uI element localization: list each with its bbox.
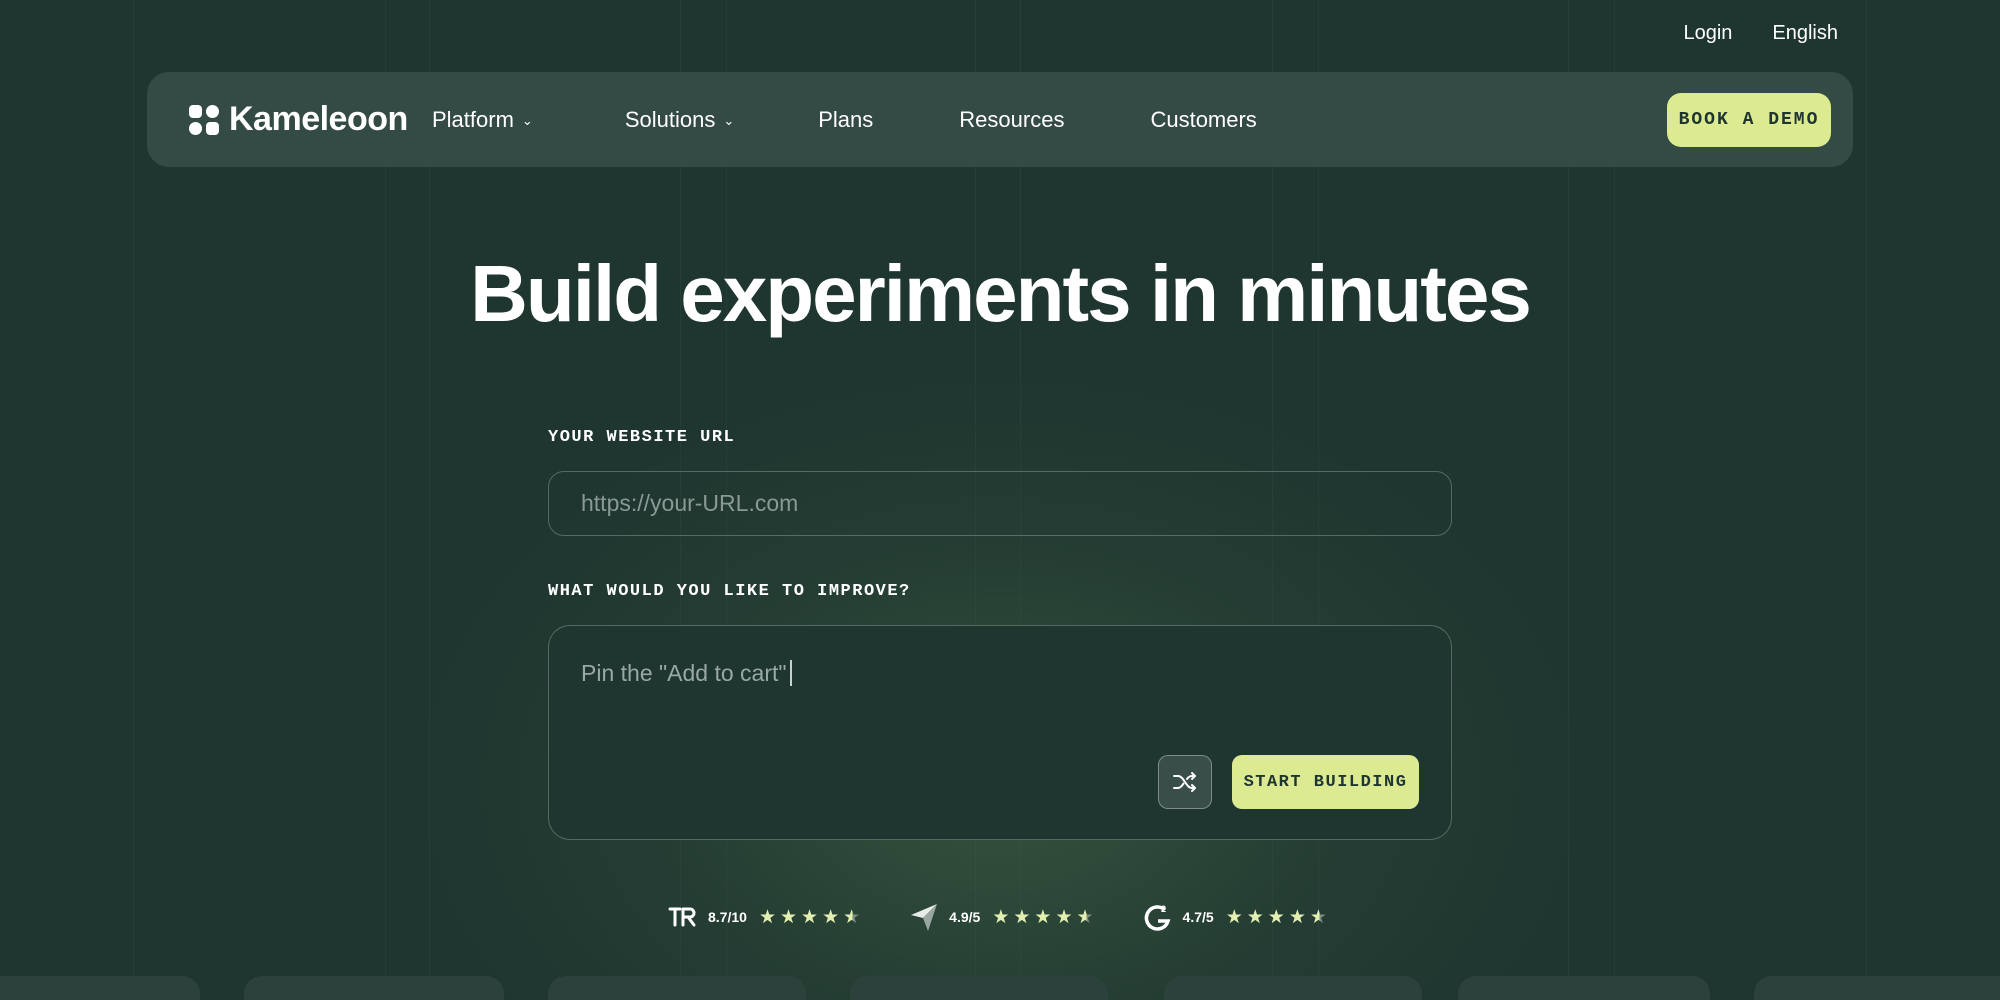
capterra-logo-icon — [909, 902, 939, 932]
rating-capterra: 4.9/5 ★ ★ ★ ★ ★ — [909, 902, 1094, 932]
nav-item-customers[interactable]: Customers — [1150, 107, 1256, 133]
improve-text-value: Pin the "Add to cart" — [581, 660, 787, 686]
start-building-button[interactable]: START BUILDING — [1232, 755, 1419, 809]
star-icon: ★ — [1246, 906, 1264, 928]
feature-card — [1458, 976, 1710, 1000]
rating-score: 8.7/10 — [708, 909, 747, 925]
nav-item-label: Customers — [1150, 106, 1257, 132]
kameleoon-logo[interactable]: Kameleoon — [189, 100, 409, 139]
improve-textarea-text: Pin the "Add to cart" — [581, 660, 792, 687]
improve-field-label: WHAT WOULD YOU LIKE TO IMPROVE? — [548, 582, 911, 601]
url-field-label: YOUR WEBSITE URL — [548, 428, 736, 447]
feature-card — [1164, 976, 1422, 1000]
rating-score: 4.7/5 — [1182, 909, 1214, 925]
star-icon: ★ — [1267, 906, 1285, 928]
shuffle-suggestion-button[interactable] — [1158, 755, 1212, 809]
star-icon: ★ — [992, 906, 1010, 928]
bottom-cards-row — [0, 976, 2000, 1000]
nav-item-label: Resources — [959, 106, 1065, 132]
star-icon: ★ — [1013, 906, 1031, 928]
website-url-input[interactable] — [548, 471, 1452, 536]
feature-card — [850, 976, 1108, 1000]
kameleoon-logo-icon — [189, 104, 219, 135]
language-selector[interactable]: English — [1772, 22, 1838, 45]
nav-item-platform[interactable]: Platform ⌄ — [432, 107, 533, 133]
chevron-down-icon: ⌄ — [723, 112, 735, 128]
star-icon: ★ — [822, 906, 840, 928]
half-star-icon: ★ — [1076, 906, 1094, 928]
star-icon: ★ — [758, 906, 776, 928]
rating-trustradius: 8.7/10 ★ ★ ★ ★ ★ — [668, 902, 860, 932]
nav-item-label: Solutions — [624, 106, 716, 132]
feature-card — [548, 976, 806, 1000]
star-icon: ★ — [779, 906, 798, 928]
star-icon: ★ — [1225, 906, 1243, 928]
nav-item-label: Platform — [432, 106, 514, 132]
star-icon: ★ — [1034, 906, 1052, 928]
review-ratings: 8.7/10 ★ ★ ★ ★ ★ 4.9/5 ★ ★ ★ ★ ★ 2 4.7/5… — [668, 902, 1327, 932]
rating-score: 4.9/5 — [949, 909, 981, 925]
star-icon: ★ — [1055, 906, 1073, 928]
trustradius-logo-icon — [668, 902, 698, 932]
star-icon: ★ — [801, 906, 819, 928]
feature-card — [0, 976, 200, 1000]
nav-item-label: Plans — [818, 106, 874, 132]
nav-menu: Platform ⌄ Solutions ⌄ Plans Resources C… — [409, 107, 1257, 133]
login-link[interactable]: Login — [1683, 22, 1732, 45]
improve-textarea[interactable]: Pin the "Add to cart" START BUILDING — [548, 625, 1452, 840]
star-rating: ★ ★ ★ ★ ★ — [759, 908, 860, 927]
feature-card — [1754, 976, 2000, 1000]
star-rating: ★ ★ ★ ★ ★ — [1226, 908, 1327, 927]
hero-title: Build experiments in minutes — [470, 249, 1532, 338]
svg-text:2: 2 — [1161, 904, 1166, 914]
logo-text: Kameleoon — [229, 100, 408, 138]
nav-item-solutions[interactable]: Solutions ⌄ — [625, 107, 734, 133]
nav-item-plans[interactable]: Plans — [818, 107, 873, 133]
text-caret — [789, 660, 792, 686]
g2-logo-icon: 2 — [1143, 902, 1173, 932]
chevron-down-icon: ⌄ — [521, 112, 533, 128]
feature-card — [244, 976, 504, 1000]
top-utility-bar: Login English — [1683, 22, 1838, 45]
half-star-icon: ★ — [843, 906, 861, 928]
main-navbar: Kameleoon Platform ⌄ Solutions ⌄ Plans R… — [147, 72, 1853, 167]
half-star-icon: ★ — [1309, 906, 1327, 928]
nav-item-resources[interactable]: Resources — [959, 107, 1064, 133]
book-a-demo-button[interactable]: BOOK A DEMO — [1667, 92, 1831, 147]
rating-g2: 2 4.7/5 ★ ★ ★ ★ ★ — [1143, 902, 1327, 932]
star-icon: ★ — [1288, 906, 1306, 928]
shuffle-icon — [1173, 772, 1196, 792]
star-rating: ★ ★ ★ ★ ★ — [992, 908, 1093, 927]
